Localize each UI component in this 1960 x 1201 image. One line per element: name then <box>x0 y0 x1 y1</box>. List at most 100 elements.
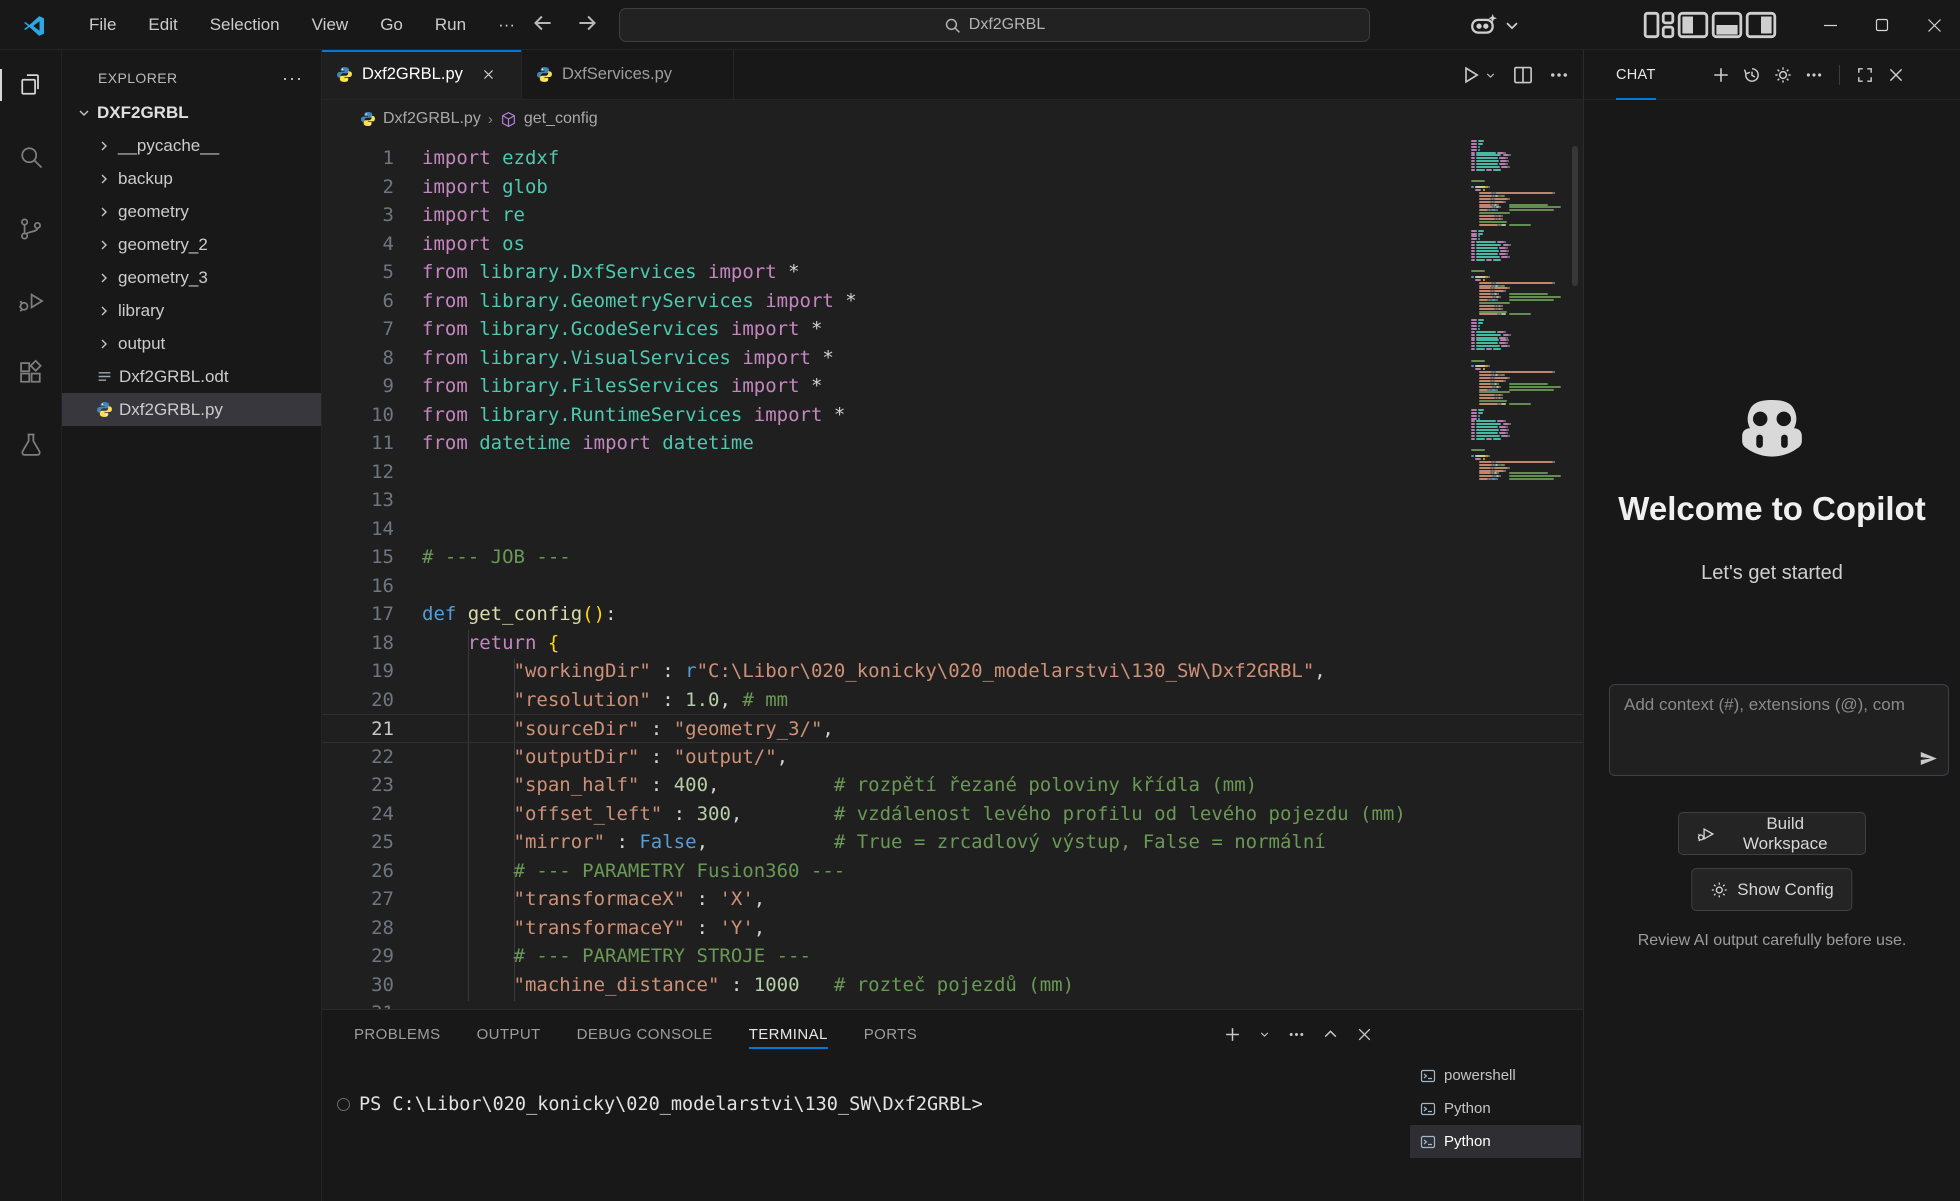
send-icon[interactable] <box>1919 749 1938 768</box>
code-line-26[interactable]: 26 # --- PARAMETRY Fusion360 --- <box>322 857 1583 886</box>
split-editor-icon[interactable] <box>1513 65 1533 85</box>
activity-item-source-control[interactable] <box>0 204 62 254</box>
code-line-10[interactable]: 10from library.RuntimeServices import * <box>322 401 1583 430</box>
code-line-14[interactable]: 14 <box>322 515 1583 544</box>
terminal-prompt[interactable]: PS C:\Libor\020_konicky\020_modelarstvi\… <box>359 1094 983 1115</box>
terminal-instance-python-2[interactable]: Python <box>1410 1125 1581 1158</box>
code-line-16[interactable]: 16 <box>322 572 1583 601</box>
tab-dxfservices-py[interactable]: DxfServices.py <box>522 50 734 99</box>
expand-chat-icon[interactable] <box>1856 66 1874 84</box>
close-panel-icon[interactable] <box>1356 1026 1373 1043</box>
code-line-8[interactable]: 8from library.VisualServices import * <box>322 344 1583 373</box>
activity-item-extensions[interactable] <box>0 348 62 398</box>
show-config-button[interactable]: Show Config <box>1691 868 1852 911</box>
code-line-12[interactable]: 12 <box>322 458 1583 487</box>
panel-tab-debug-console[interactable]: DEBUG CONSOLE <box>577 1010 713 1058</box>
activity-item-explorer[interactable] <box>0 60 62 110</box>
code-line-23[interactable]: 23 "span_half" : 400, # rozpětí řezané p… <box>322 771 1583 800</box>
menu-item-[interactable]: ··· <box>489 11 524 39</box>
code-line-28[interactable]: 28 "transformaceY" : 'Y', <box>322 914 1583 943</box>
code-line-18[interactable]: 18 return { <box>322 629 1583 658</box>
activity-item-search[interactable] <box>0 132 62 182</box>
copilot-menu-icon[interactable] <box>1468 8 1502 42</box>
code-line-20[interactable]: 20 "resolution" : 1.0, # mm <box>322 686 1583 715</box>
terminal-instance-python-1[interactable]: Python <box>1410 1092 1581 1125</box>
code-line-19[interactable]: 19 "workingDir" : r"C:\Libor\020_konicky… <box>322 657 1583 686</box>
code-line-25[interactable]: 25 "mirror" : False, # True = zrcadlový … <box>322 828 1583 857</box>
code-line-11[interactable]: 11from datetime import datetime <box>322 429 1583 458</box>
new-terminal-icon[interactable] <box>1224 1026 1241 1043</box>
toggle-primary-sidebar-icon[interactable] <box>1676 8 1710 42</box>
panel-tab-ports[interactable]: PORTS <box>864 1010 917 1058</box>
breadcrumb-symbol[interactable]: get_config <box>524 110 598 128</box>
code-line-2[interactable]: 2import glob <box>322 173 1583 202</box>
menu-item-edit[interactable]: Edit <box>139 11 186 39</box>
customize-layout-icon[interactable] <box>1642 8 1676 42</box>
panel-more-actions-icon[interactable] <box>1288 1026 1305 1043</box>
minimap[interactable] <box>1469 140 1565 490</box>
activity-item-testing[interactable] <box>0 420 62 470</box>
code-editor[interactable]: 1import ezdxf2import glob3import re4impo… <box>322 138 1583 1009</box>
code-line-30[interactable]: 30 "machine_distance" : 1000 # rozteč po… <box>322 971 1583 1000</box>
panel-tab-problems[interactable]: PROBLEMS <box>354 1010 441 1058</box>
nav-back-icon[interactable] <box>530 10 556 36</box>
code-line-7[interactable]: 7from library.GcodeServices import * <box>322 315 1583 344</box>
code-line-29[interactable]: 29 # --- PARAMETRY STROJE --- <box>322 942 1583 971</box>
menu-item-go[interactable]: Go <box>371 11 412 39</box>
nav-forward-icon[interactable] <box>574 10 600 36</box>
menu-item-view[interactable]: View <box>303 11 358 39</box>
menu-item-selection[interactable]: Selection <box>201 11 289 39</box>
chat-more-actions-icon[interactable] <box>1805 66 1823 84</box>
code-line-31[interactable]: 31 <box>322 999 1583 1009</box>
menu-item-file[interactable]: File <box>80 11 125 39</box>
copilot-dropdown-chevron-icon[interactable] <box>1502 8 1522 42</box>
sidebar-item-output[interactable]: output <box>62 327 321 360</box>
toggle-secondary-sidebar-icon[interactable] <box>1744 8 1778 42</box>
code-line-5[interactable]: 5from library.DxfServices import * <box>322 258 1583 287</box>
editor-more-actions-icon[interactable] <box>1549 65 1569 85</box>
terminal-profile-chevron-icon[interactable] <box>1258 1026 1271 1043</box>
chat-settings-gear-icon[interactable] <box>1774 66 1792 84</box>
code-line-1[interactable]: 1import ezdxf <box>322 144 1583 173</box>
menu-item-run[interactable]: Run <box>426 11 475 39</box>
terminal-instance-powershell-0[interactable]: powershell <box>1410 1059 1581 1092</box>
panel-tab-output[interactable]: OUTPUT <box>477 1010 541 1058</box>
sidebar-item-geometry-3[interactable]: geometry_3 <box>62 261 321 294</box>
sidebar-item-geometry-2[interactable]: geometry_2 <box>62 228 321 261</box>
code-line-9[interactable]: 9from library.FilesServices import * <box>322 372 1583 401</box>
sidebar-item-dxf2grbl-odt[interactable]: Dxf2GRBL.odt <box>62 360 321 393</box>
build-workspace-button[interactable]: Build Workspace <box>1678 812 1866 855</box>
sidebar-root-folder[interactable]: DXF2GRBL <box>62 96 321 129</box>
activity-item-run-debug[interactable] <box>0 276 62 326</box>
explorer-more-actions-icon[interactable]: ··· <box>278 68 307 89</box>
window-minimize-button[interactable] <box>1804 0 1856 50</box>
breadcrumb-file[interactable]: Dxf2GRBL.py <box>383 110 481 128</box>
command-center-search[interactable]: Dxf2GRBL <box>619 8 1370 42</box>
new-chat-icon[interactable] <box>1712 66 1730 84</box>
editor-scrollbar[interactable] <box>1572 146 1578 286</box>
chat-history-icon[interactable] <box>1743 66 1761 84</box>
code-line-27[interactable]: 27 "transformaceX" : 'X', <box>322 885 1583 914</box>
code-line-4[interactable]: 4import os <box>322 230 1583 259</box>
close-chat-icon[interactable] <box>1887 66 1905 84</box>
window-maximize-button[interactable] <box>1856 0 1908 50</box>
panel-tab-terminal[interactable]: TERMINAL <box>749 1010 828 1058</box>
toggle-panel-icon[interactable] <box>1710 8 1744 42</box>
tab-chat[interactable]: CHAT <box>1616 50 1656 100</box>
close-tab-icon[interactable] <box>478 64 500 86</box>
code-line-24[interactable]: 24 "offset_left" : 300, # vzdálenost lev… <box>322 800 1583 829</box>
sidebar-item-library[interactable]: library <box>62 294 321 327</box>
sidebar-item-pycache[interactable]: __pycache__ <box>62 129 321 162</box>
code-line-17[interactable]: 17def get_config(): <box>322 600 1583 629</box>
window-close-button[interactable] <box>1908 0 1960 50</box>
sidebar-item-backup[interactable]: backup <box>62 162 321 195</box>
sidebar-item-geometry[interactable]: geometry <box>62 195 321 228</box>
sidebar-item-dxf2grbl-py[interactable]: Dxf2GRBL.py <box>62 393 321 426</box>
breadcrumb[interactable]: Dxf2GRBL.py › get_config <box>322 100 1583 138</box>
code-line-22[interactable]: 22 "outputDir" : "output/", <box>322 743 1583 772</box>
code-line-13[interactable]: 13 <box>322 486 1583 515</box>
chat-input-field[interactable] <box>1624 695 1934 749</box>
code-line-15[interactable]: 15# --- JOB --- <box>322 543 1583 572</box>
maximize-panel-icon[interactable] <box>1322 1026 1339 1043</box>
run-python-file-button[interactable] <box>1461 65 1497 85</box>
